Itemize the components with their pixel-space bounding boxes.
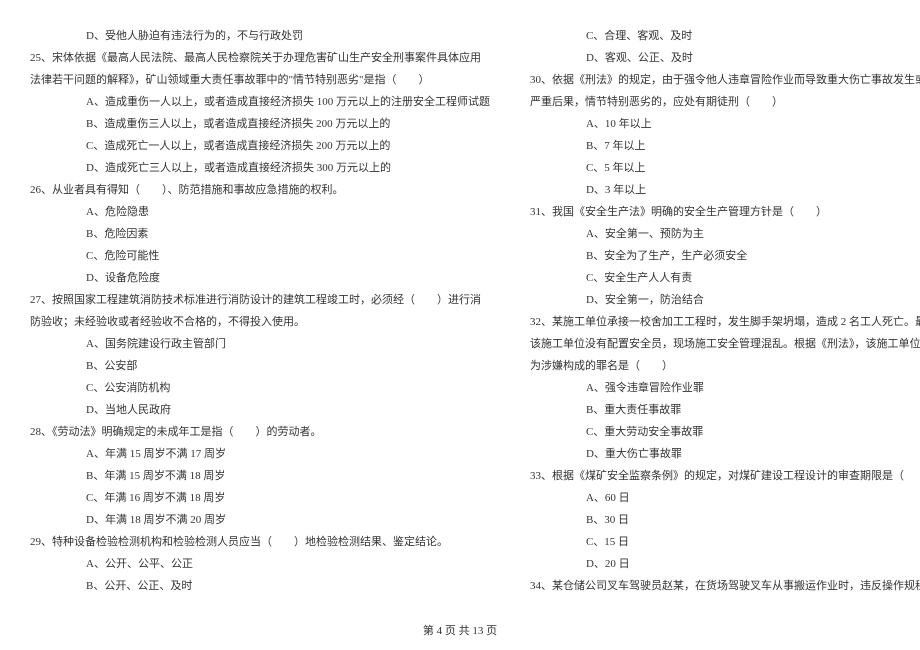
text-line: 33、根据《煤矿安全监察条例》的规定，对煤矿建设工程设计的审查期限是（ ）天? [530, 465, 920, 487]
text-line: B、公开、公正、及时 [30, 575, 490, 597]
text-line: A、造成重伤一人以上，或者造成直接经济损失 100 万元以上的注册安全工程师试题 [30, 91, 490, 113]
text-line: 该施工单位没有配置安全员，现场施工安全管理混乱。根据《刑法》，该施工单位负责人的… [530, 333, 920, 355]
page-footer: 第 4 页 共 13 页 [0, 622, 920, 638]
text-line: C、5 年以上 [530, 157, 920, 179]
text-line: B、造成重伤三人以上，或者造成直接经济损失 200 万元以上的 [30, 113, 490, 135]
text-line: 30、依据《刑法》的规定，由于强令他人违章冒险作业而导致重大伤亡事故发生或者造成… [530, 69, 920, 91]
text-line: D、受他人胁迫有违法行为的，不与行政处罚 [30, 25, 490, 47]
text-line: D、设备危险度 [30, 267, 490, 289]
text-line: D、20 日 [530, 553, 920, 575]
text-line: D、客观、公正、及时 [530, 47, 920, 69]
text-line: D、3 年以上 [530, 179, 920, 201]
text-line: A、国务院建设行政主管部门 [30, 333, 490, 355]
text-line: B、重大责任事故罪 [530, 399, 920, 421]
text-line: A、强令违章冒险作业罪 [530, 377, 920, 399]
text-line: 27、按照国家工程建筑消防技术标准进行消防设计的建筑工程竣工时，必须经（ ）进行… [30, 289, 490, 311]
text-line: C、公安消防机构 [30, 377, 490, 399]
text-line: B、危险因素 [30, 223, 490, 245]
text-line: B、30 日 [530, 509, 920, 531]
text-line: B、7 年以上 [530, 135, 920, 157]
right-column: C、合理、客观、及时D、客观、公正、及时30、依据《刑法》的规定，由于强令他人违… [530, 25, 920, 620]
text-line: C、安全生产人人有责 [530, 267, 920, 289]
page-columns: D、受他人胁迫有违法行为的，不与行政处罚25、宋体依据《最高人民法院、最高人民检… [30, 25, 890, 620]
text-line: 法律若干问题的解释》，矿山领域重大责任事故罪中的"情节特别恶劣"是指（ ） [30, 69, 490, 91]
text-line: C、危险可能性 [30, 245, 490, 267]
text-line: C、合理、客观、及时 [530, 25, 920, 47]
text-line: B、安全为了生产，生产必须安全 [530, 245, 920, 267]
text-line: A、安全第一、预防为主 [530, 223, 920, 245]
text-line: A、年满 15 周岁不满 17 周岁 [30, 443, 490, 465]
text-line: C、造成死亡一人以上，或者造成直接经济损失 200 万元以上的 [30, 135, 490, 157]
text-line: 为涉嫌构成的罪名是（ ） [530, 355, 920, 377]
text-line: B、年满 15 周岁不满 18 周岁 [30, 465, 490, 487]
left-column: D、受他人胁迫有违法行为的，不与行政处罚25、宋体依据《最高人民法院、最高人民检… [30, 25, 490, 620]
text-line: C、15 日 [530, 531, 920, 553]
text-line: D、年满 18 周岁不满 20 周岁 [30, 509, 490, 531]
text-line: D、造成死亡三人以上，或者造成直接经济损失 300 万元以上的 [30, 157, 490, 179]
text-line: C、重大劳动安全事故罪 [530, 421, 920, 443]
text-line: A、公开、公平、公正 [30, 553, 490, 575]
text-line: 25、宋体依据《最高人民法院、最高人民检察院关于办理危害矿山生产安全刑事案件具体… [30, 47, 490, 69]
text-line: A、60 日 [530, 487, 920, 509]
text-line: 29、特种设备检验检测机构和检验检测人员应当（ ）地检验检测结果、鉴定结论。 [30, 531, 490, 553]
text-line: D、当地人民政府 [30, 399, 490, 421]
text-line: D、安全第一，防治结合 [530, 289, 920, 311]
text-line: B、公安部 [30, 355, 490, 377]
text-line: C、年满 16 周岁不满 18 周岁 [30, 487, 490, 509]
text-line: A、10 年以上 [530, 113, 920, 135]
text-line: A、危险隐患 [30, 201, 490, 223]
text-line: 31、我国《安全生产法》明确的安全生产管理方针是（ ） [530, 201, 920, 223]
text-line: 严重后果，情节特别恶劣的，应处有期徒刑（ ） [530, 91, 920, 113]
text-line: 34、某仓储公司叉车驾驶员赵某，在货场驾驶叉车从事搬运作业时，违反操作规程，超速… [530, 575, 920, 597]
text-line: 26、从业者具有得知（ ）、防范措施和事故应急措施的权利。 [30, 179, 490, 201]
text-line: 防验收；未经验收或者经验收不合格的，不得投入使用。 [30, 311, 490, 333]
text-line: D、重大伤亡事故罪 [530, 443, 920, 465]
text-line: 32、某施工单位承接一校舍加工工程时，发生脚手架坍塌，造成 2 名工人死亡。最后… [530, 311, 920, 333]
text-line: 28、《劳动法》明确规定的未成年工是指（ ）的劳动者。 [30, 421, 490, 443]
